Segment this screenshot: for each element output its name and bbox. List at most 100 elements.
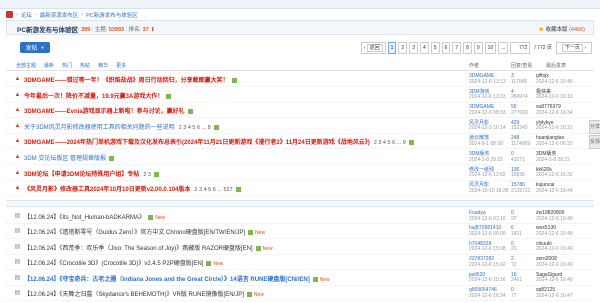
- chevron-down-icon: ▼: [40, 45, 45, 50]
- filter-all[interactable]: 全部主题: [16, 62, 36, 69]
- pager-next-button[interactable]: 下一页 ›: [555, 42, 592, 54]
- stats-rank-label: 排名:: [128, 26, 142, 33]
- pager-page-4[interactable]: 4: [419, 42, 429, 54]
- thread-title-link[interactable]: 3DM论坛【申请3DM论坛特殊用户组】专帖: [24, 172, 139, 178]
- thread-title-wrap: 【12.06.24】《Crocotile 3D》(Crocotile 3D)》v…: [24, 258, 223, 267]
- thread-pages[interactable]: 2 3 4 5 6 ... 8: [179, 125, 211, 131]
- page-jump-input[interactable]: 772: [510, 42, 531, 54]
- thread-last-post: giftsjx 2024-12-6 16:45: [536, 73, 573, 85]
- thread-row[interactable]: ▲ 3DMGAME——错过等一年！《炽焰劫战》周日行动回归，分享截图赢大奖！ 3DM…: [6, 73, 594, 87]
- attachment-icon: [154, 171, 159, 177]
- thread-pages[interactable]: 2 3: [143, 172, 151, 178]
- thread-title-wrap: 《风灵月影》修改器工具2024年10月10日更新v2.00.0.104版本 2 3…: [24, 184, 241, 193]
- favorite-board-button[interactable]: ★ 收藏本版 (4466): [539, 25, 586, 33]
- thread-row[interactable]: ▤ 【12.06.24】《天舞之归墓（Skydance's BEHEMOTH)》V…: [6, 287, 594, 301]
- thread-title-link[interactable]: 【12.06.24】《Its_Not_Human-bADKARMA》: [24, 215, 145, 221]
- breadcrumb-item-section[interactable]: 最新资源发布区: [40, 11, 79, 19]
- thread-author: h7048328 2024-12-6 15:08: [469, 241, 506, 253]
- thread-pages[interactable]: 2 3 4 5 6 ... 9: [374, 140, 406, 146]
- thread-row[interactable]: ▲ 3DM论坛【申请3DM论坛特殊用户组】专帖 2 3 修改一纸残 2024-12-6 …: [6, 167, 594, 181]
- pager-page-10[interactable]: 10: [484, 42, 497, 54]
- sticky-pin-icon: ▲: [14, 122, 21, 129]
- pager-page-6[interactable]: 6: [441, 42, 451, 54]
- home-icon[interactable]: [6, 11, 13, 18]
- last-post-date: 2024-12-6 16:10: [536, 94, 573, 101]
- last-post-date: 2024-12-6 16:32: [536, 172, 573, 179]
- last-post-date: 2024-12-6 16:49: [536, 215, 573, 222]
- thread-row[interactable]: ▤ 【12.06.24】《Crocotile 3D》(Crocotile 3D)》…: [6, 256, 594, 271]
- post-new-thread-button[interactable]: 发帖 ▼: [20, 42, 50, 53]
- pager-page-2[interactable]: 2: [398, 42, 408, 54]
- forum-stats: 今日: 399 | 主题: 53993 | 排名: 37 ⬆: [67, 25, 155, 33]
- thread-row[interactable]: ▲ 3DMGAME——Evnia游戏显示器上新啦！参与讨论，赢好礼 3DMGAME 2…: [6, 104, 594, 119]
- side-tab-share[interactable]: 分享: [589, 120, 600, 134]
- thread-row[interactable]: ▤ 【12.06.24】《遗塔斯零号（Guidus Zero）》官方中文 Chro…: [6, 225, 594, 240]
- view-count: 23: [511, 246, 517, 253]
- new-badge: New: [255, 230, 266, 237]
- breadcrumb: › 论坛 › 最新资源发布区 › PC新游发布与体验区: [6, 10, 138, 19]
- last-post-date: 2024-12-6 16:49: [536, 230, 573, 237]
- sticky-pin-icon: ▲: [14, 169, 21, 176]
- col-replies-header: 回复/查看: [511, 62, 533, 69]
- thread-title-link[interactable]: 3DM 交论坛版区 管理规章版报: [24, 156, 106, 162]
- thread-title-link[interactable]: 今年最后一次！降价不减量，19.9元赢3A游戏大作！: [24, 94, 163, 100]
- thread-title-link[interactable]: 【12.06.24】《西荒季：欢乐季（Jixo: The Season of J…: [24, 246, 253, 252]
- author-date: 2024-12-6 15:16: [469, 277, 506, 284]
- pager-page-7[interactable]: 7: [452, 42, 462, 54]
- thread-title-link[interactable]: 【12.06.24】《遗塔斯零号（Guidus Zero）》官方中文 Chron…: [24, 230, 245, 236]
- last-post-date: 2024-12-6 16:44: [536, 187, 573, 194]
- breadcrumb-item-board[interactable]: PC新游发布与体验区: [86, 11, 138, 19]
- pager-page-9[interactable]: 9: [473, 42, 483, 54]
- thread-row[interactable]: ▤ 【12.06.24】《西荒季：欢乐季（Jixo: The Season of …: [6, 241, 594, 255]
- thread-title-link[interactable]: 【12.06.24】《夺宝奇兵：古老之圈（Indiana Jones and t…: [24, 277, 310, 283]
- post-button-label: 发帖: [25, 46, 38, 52]
- pager-page-3[interactable]: 3: [409, 42, 418, 54]
- thread-row[interactable]: ▲ 《风灵月影》修改器工具2024年10月10日更新v2.00.0.104版本 2 …: [6, 182, 594, 197]
- breadcrumb-item-forum[interactable]: 论坛: [21, 11, 32, 19]
- author-date: 2024-12-6 06:09: [469, 230, 506, 237]
- thread-folder-icon: ▤: [14, 274, 21, 281]
- filter-latest[interactable]: 最新: [44, 62, 54, 69]
- thread-pages[interactable]: 2 3 4 5 6 ... 527: [194, 187, 232, 193]
- filter-digest[interactable]: 精华: [98, 62, 108, 69]
- pager-page-1[interactable]: 1: [387, 42, 397, 54]
- thread-last-post: huanjianglao 2024-12-6 06:33: [536, 136, 573, 147]
- thread-row[interactable]: ▤ 【12.06.24】《夺宝奇兵：古老之圈（Indiana Jones and …: [6, 272, 594, 286]
- thread-title-wrap: 3DMGAME——2024年热门单机游戏下载及汉化发布总表引(2024年11月2…: [24, 137, 414, 146]
- thread-title-link[interactable]: 【12.06.24】《天舞之归墓（Skydance's BEHEMOTH)》VR…: [24, 292, 244, 298]
- thread-last-post: 极快来 2024-12-6 16:10: [536, 89, 573, 101]
- thread-row[interactable]: ▲ 关于3DM风灵月影修改器使用工具的相关问题的一些说明 2 3 4 5 6 ...…: [6, 120, 594, 134]
- side-tab-feedback[interactable]: 反馈: [589, 135, 600, 149]
- attachment-icon: [187, 109, 193, 115]
- thread-counts: 136 10936: [511, 167, 525, 179]
- pager-page-5[interactable]: 5: [430, 42, 440, 54]
- filter-hot-posts[interactable]: 热帖: [80, 62, 90, 69]
- thread-title-link[interactable]: 《风灵月影》修改器工具2024年10月10日更新v2.00.0.104版本: [24, 187, 190, 193]
- thread-title-link[interactable]: 关于3DM风灵月影修改器使用工具的相关问题的一些说明: [24, 125, 175, 131]
- filter-more[interactable]: 更多: [116, 62, 126, 69]
- last-post-date: 2024-12-6 16:22: [536, 125, 573, 132]
- thread-title-link[interactable]: 3DMGAME——错过等一年！《炽焰劫战》周日行动回归，分享截图赢大奖！: [24, 78, 229, 84]
- thread-row[interactable]: ▲ 3DMGAME——2024年热门单机游戏下载及汉化发布总表引(2024年11月…: [6, 135, 594, 150]
- thread-row[interactable]: ▤ 【12.06.24】《Its_Not_Human-bADKARMA》 New Fo…: [6, 210, 594, 224]
- thread-row[interactable]: ▲ 今年最后一次！降价不减量，19.9元赢3A游戏大作！ 3DM游戏 2024-12-…: [6, 89, 594, 103]
- author-date: 2024-12-6 15:42: [469, 261, 506, 268]
- thread-title-link[interactable]: 3DMGAME——Evnia游戏显示器上新啦！参与讨论，赢好礼: [24, 109, 185, 115]
- last-post-date: 2024-3-8 20:22: [536, 156, 570, 163]
- pager-back-button[interactable]: ‹ 返回: [360, 42, 386, 54]
- author-date: 2024-12-6 16:24: [469, 292, 506, 299]
- view-count: 72: [511, 261, 517, 268]
- author-date: 2024-12-6 03:16: [469, 215, 506, 222]
- view-count: 77: [511, 292, 517, 299]
- thread-row[interactable]: ▲ 3DM 交论坛版区 管理规章版报 3DM版务 2024-3-8 20:22 0 432…: [6, 151, 594, 165]
- attachment-icon: [312, 276, 318, 282]
- thread-last-post: kujuncai 2024-12-6 16:44: [536, 183, 573, 194]
- breadcrumb-separator: ›: [81, 11, 84, 18]
- thread-last-post: 3DM版务 2024-3-8 20:22: [536, 151, 570, 163]
- thread-folder-icon: ▤: [14, 290, 21, 296]
- pager-page-8[interactable]: 8: [463, 42, 472, 54]
- thread-title-link[interactable]: 3DMGAME——2024年热门单机游戏下载及汉化发布总表引(2024年11月2…: [24, 140, 370, 146]
- thread-title-link[interactable]: 【12.06.24】《Crocotile 3D》(Crocotile 3D)》v…: [24, 261, 203, 267]
- filter-hot[interactable]: 热门: [62, 62, 72, 69]
- thread-last-post: wox5130 2024-12-6 16:49: [536, 226, 573, 237]
